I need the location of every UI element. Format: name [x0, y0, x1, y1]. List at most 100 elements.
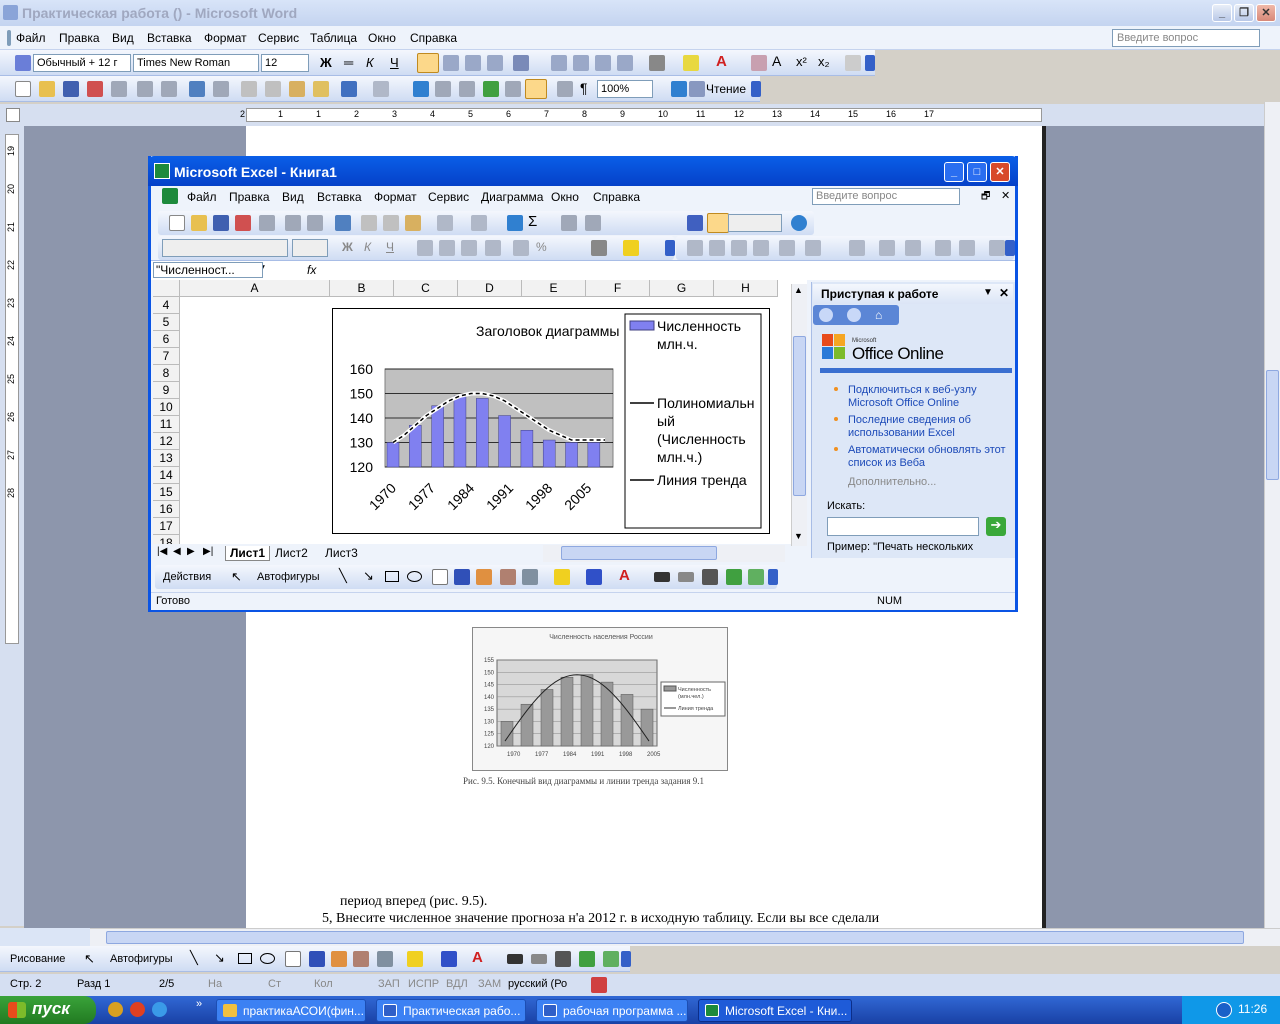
- status-language[interactable]: русский (Ро: [508, 978, 567, 990]
- menu-tools[interactable]: Сервис: [258, 31, 299, 45]
- hscroll-thumb[interactable]: [106, 931, 1244, 944]
- xl-diagram-icon[interactable]: [476, 569, 492, 585]
- xl-arrow-icon[interactable]: ↘: [363, 568, 374, 584]
- doc-text-line-2[interactable]: 5, Внесите численное значение прогноза н…: [322, 911, 879, 927]
- tp-search-input[interactable]: [827, 517, 979, 536]
- font-size-combo[interactable]: 12: [261, 54, 309, 72]
- xl-undo-icon[interactable]: [437, 215, 453, 231]
- xl-chart-tool-9-icon[interactable]: [905, 240, 921, 256]
- xl-sort-asc-icon[interactable]: [561, 215, 577, 231]
- status-ovr[interactable]: ЗАМ: [478, 978, 501, 990]
- word-restore-button[interactable]: ❐: [1234, 4, 1254, 22]
- toolbar-options-icon[interactable]: [621, 951, 631, 967]
- xl-menu-insert[interactable]: Вставка: [317, 190, 362, 204]
- picture-icon[interactable]: [377, 951, 393, 967]
- insert-table-icon[interactable]: [459, 81, 475, 97]
- print-icon[interactable]: [137, 81, 153, 97]
- decrease-indent-icon[interactable]: [595, 55, 611, 71]
- word-help-search-input[interactable]: Введите вопрос: [1112, 29, 1260, 47]
- equation-icon[interactable]: [751, 55, 767, 71]
- highlight-icon[interactable]: [683, 55, 699, 71]
- shadow-icon[interactable]: [579, 951, 595, 967]
- strike-button[interactable]: ═: [344, 55, 353, 70]
- arrow-tool-icon[interactable]: ↘: [214, 950, 225, 966]
- scroll-thumb[interactable]: [1266, 370, 1279, 480]
- vertical-ruler[interactable]: 19 20 21 22 23 24 25 26 27 28: [0, 126, 24, 926]
- xl-wordart-icon[interactable]: [454, 569, 470, 585]
- last-sheet-icon[interactable]: ▶|: [203, 546, 213, 557]
- menu-help[interactable]: Справка: [410, 31, 457, 45]
- xl-line-style-icon[interactable]: [654, 572, 670, 582]
- task-pane-menu-icon[interactable]: ▼: [983, 287, 993, 298]
- xl-menu-edit[interactable]: Правка: [229, 190, 270, 204]
- justify-icon[interactable]: [487, 55, 503, 71]
- xl-clipart-icon[interactable]: [500, 569, 516, 585]
- scroll-up-icon[interactable]: ▲: [794, 285, 803, 295]
- bold-button[interactable]: Ж: [320, 55, 332, 70]
- toolbar-options-icon[interactable]: [751, 81, 761, 97]
- xl-bold-button[interactable]: Ж: [342, 240, 353, 254]
- word-horizontal-scrollbar[interactable]: [90, 928, 1280, 946]
- xl-doc-restore-icon[interactable]: 🗗: [981, 189, 990, 206]
- xl-align-center-icon[interactable]: [439, 240, 455, 256]
- scanned-figure[interactable]: Численность населения России 120 125 130 13…: [472, 627, 728, 771]
- xl-3d-icon[interactable]: [748, 569, 764, 585]
- xl-select-icon[interactable]: ↖: [231, 569, 242, 585]
- xl-drawing-toggle-icon[interactable]: [707, 213, 729, 233]
- xl-redo-icon[interactable]: [471, 215, 487, 231]
- excel-close-button[interactable]: ✕: [990, 162, 1010, 182]
- document-map-icon[interactable]: [557, 81, 573, 97]
- xl-rectangle-icon[interactable]: [385, 571, 399, 582]
- font-color-icon[interactable]: A: [716, 53, 727, 70]
- tp-link-more[interactable]: Дополнительно...: [848, 476, 936, 489]
- xl-align-left-icon[interactable]: [417, 240, 433, 256]
- doc-text-line-1[interactable]: период вперед (рис. 9.5).: [340, 894, 487, 910]
- task-pane-forward-icon[interactable]: [847, 308, 861, 322]
- menu-window[interactable]: Окно: [368, 31, 396, 45]
- clock[interactable]: 11:26: [1238, 1002, 1267, 1016]
- word-minimize-button[interactable]: _: [1212, 4, 1232, 22]
- sheet-tab-3[interactable]: Лист3: [325, 546, 358, 560]
- column-header[interactable]: H: [714, 280, 778, 297]
- first-sheet-icon[interactable]: |◀: [157, 546, 167, 557]
- drawing-menu-button[interactable]: Рисование: [10, 953, 65, 965]
- dash-style-icon[interactable]: [531, 954, 547, 964]
- line-color-icon[interactable]: [441, 951, 457, 967]
- xl-chart-tool-12-icon[interactable]: [989, 240, 1005, 256]
- reading-icon[interactable]: [689, 81, 705, 97]
- xl-menu-help[interactable]: Справка: [593, 190, 640, 204]
- word-close-button[interactable]: ✕: [1256, 4, 1276, 22]
- column-header[interactable]: B: [330, 280, 394, 297]
- style-combo[interactable]: Обычный + 12 г: [33, 54, 131, 72]
- tp-search-go-icon[interactable]: ➔: [986, 517, 1006, 536]
- row-header[interactable]: 14: [153, 467, 180, 484]
- excel-vertical-scrollbar[interactable]: ▲ ▼: [791, 284, 807, 546]
- quicklaunch-more-icon[interactable]: »: [196, 998, 202, 1010]
- xl-chart-tool-7-icon[interactable]: [849, 240, 865, 256]
- xl-oval-icon[interactable]: [407, 571, 422, 582]
- table-grid-icon[interactable]: [845, 55, 861, 71]
- taskbar-item-excel[interactable]: Microsoft Excel - Кни...: [698, 999, 852, 1022]
- xl-doc-close-icon[interactable]: ✕: [1001, 189, 1010, 202]
- zoom-combo[interactable]: 100%: [597, 80, 653, 98]
- excel-horizontal-scrollbar[interactable]: [543, 545, 785, 562]
- italic-button[interactable]: К: [366, 55, 374, 70]
- xl-menu-window[interactable]: Окно: [551, 190, 579, 204]
- xl-menu-file[interactable]: Файл: [187, 190, 217, 204]
- format-painter-icon[interactable]: [313, 81, 329, 97]
- row-header[interactable]: 6: [153, 331, 180, 348]
- xl-size-combo[interactable]: [292, 239, 328, 257]
- xl-chart-tool-3-icon[interactable]: [731, 240, 747, 256]
- diagram-icon[interactable]: [331, 951, 347, 967]
- fx-label[interactable]: fx: [307, 263, 316, 277]
- workbook-icon[interactable]: [162, 188, 178, 204]
- xl-menu-format[interactable]: Формат: [374, 190, 417, 204]
- xl-font-color-icon[interactable]: A: [619, 567, 630, 584]
- xl-fill-icon[interactable]: [554, 569, 570, 585]
- 3d-icon[interactable]: [603, 951, 619, 967]
- quicklaunch-browser-icon[interactable]: [108, 1002, 123, 1017]
- email-icon[interactable]: [111, 81, 127, 97]
- draw-font-color-icon[interactable]: A: [472, 949, 483, 966]
- tp-link-update[interactable]: Автоматически обновлять этот список из В…: [848, 444, 1006, 470]
- xl-hscroll-thumb[interactable]: [561, 546, 717, 560]
